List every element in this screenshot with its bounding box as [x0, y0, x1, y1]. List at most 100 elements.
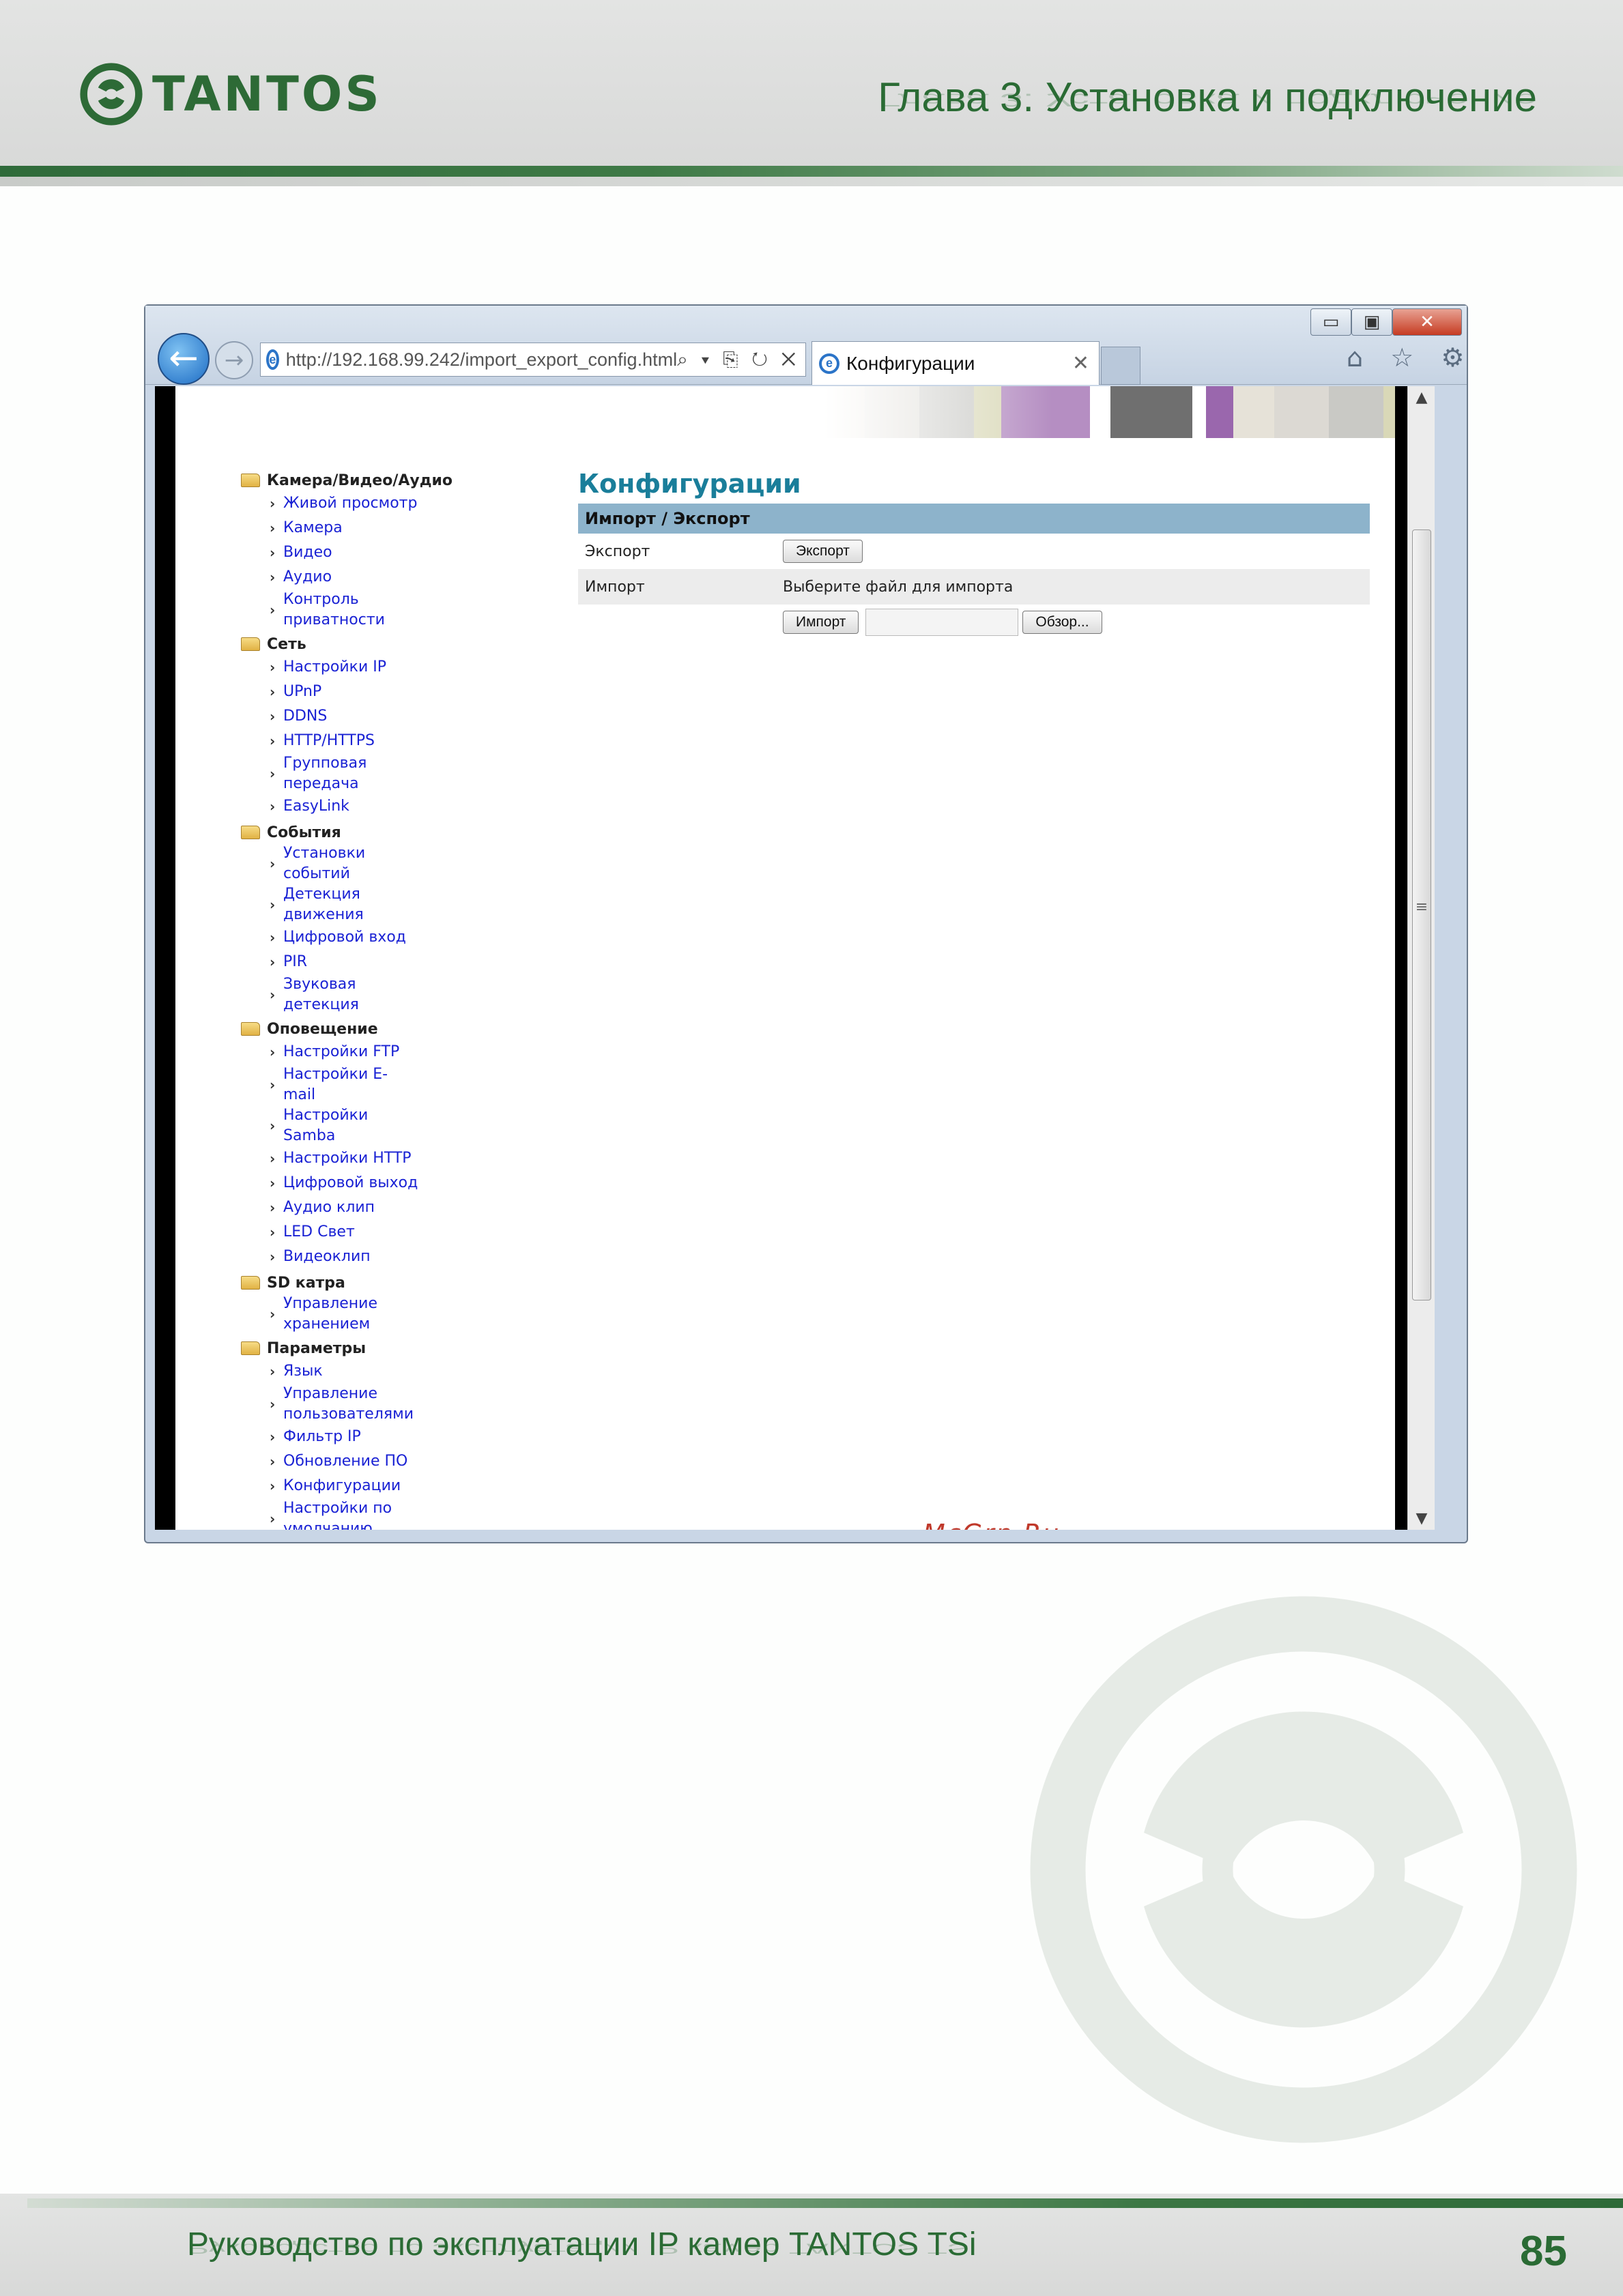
nav-link-label: HTTP/HTTPS	[283, 732, 375, 749]
address-tools-icons[interactable]: ⌕ ▾ ⎘ ↻ ✕	[677, 349, 800, 371]
nav-link[interactable]: › Язык	[241, 1359, 528, 1384]
nav-link[interactable]: › Видеоклип	[241, 1245, 528, 1269]
nav-link-label: Управление хранением	[283, 1295, 378, 1333]
nav-link[interactable]: › Конфигурации	[241, 1474, 528, 1498]
nav-section-header[interactable]: Камера/Видео/Аудио	[241, 469, 528, 491]
nav-link[interactable]: › Живой просмотр	[241, 491, 528, 516]
file-path-input[interactable]	[865, 609, 1019, 636]
nav-section-header[interactable]: События	[241, 822, 528, 843]
nav-link[interactable]: › Настройки FTP	[241, 1040, 528, 1064]
folder-icon	[241, 637, 260, 651]
nav-link[interactable]: › EasyLink	[241, 794, 528, 819]
export-row: Экспорт Экспорт	[578, 534, 1370, 569]
chevron-right-icon: ›	[270, 1306, 276, 1322]
chevron-right-icon: ›	[270, 798, 276, 815]
nav-link-label: Управление пользователями	[283, 1385, 414, 1423]
nav-section-header[interactable]: Оповещение	[241, 1018, 528, 1040]
browse-button[interactable]: Обзор...	[1022, 611, 1102, 634]
chevron-right-icon: ›	[270, 987, 276, 1003]
nav-link[interactable]: › Звуковая детекция	[241, 974, 528, 1015]
chevron-right-icon: ›	[270, 1224, 276, 1240]
nav-section-title: Параметры	[267, 1339, 367, 1357]
nav-link[interactable]: › Контроль приватности	[241, 590, 528, 630]
nav-link[interactable]: › Управление пользователями	[241, 1384, 528, 1425]
import-row: Импорт Выберите файл для импорта	[578, 569, 1370, 605]
scroll-thumb[interactable]: ≡	[1412, 529, 1431, 1300]
chevron-right-icon: ›	[270, 954, 276, 970]
nav-link[interactable]: › Видео	[241, 540, 528, 565]
close-window-button[interactable]: ✕	[1392, 308, 1462, 336]
chevron-right-icon: ›	[270, 602, 276, 618]
nav-link[interactable]: › Цифровой выход	[241, 1171, 528, 1195]
nav-link[interactable]: › Установки событий	[241, 843, 528, 884]
nav-link-label: Настройки E-mail	[283, 1066, 388, 1103]
nav-section-header[interactable]: SD катра	[241, 1272, 528, 1294]
new-tab-button[interactable]	[1101, 347, 1140, 385]
import-button[interactable]: Импорт	[783, 611, 859, 634]
scroll-down-icon[interactable]: ▼	[1408, 1510, 1435, 1527]
nav-link[interactable]: › DDNS	[241, 704, 528, 729]
chevron-right-icon: ›	[270, 1363, 276, 1380]
export-button[interactable]: Экспорт	[783, 540, 863, 563]
page-banner-image	[824, 386, 1395, 438]
web-page: Камера/Видео/Аудио › Живой просмотр › Камера…	[175, 386, 1395, 1530]
nav-link[interactable]: › Фильтр IP	[241, 1425, 528, 1449]
chevron-right-icon: ›	[270, 1077, 276, 1093]
nav-section: Камера/Видео/Аудио › Живой просмотр › Камера…	[241, 469, 528, 630]
nav-link-label: Живой просмотр	[283, 495, 418, 512]
url-text: http://192.168.99.242/import_export_conf…	[285, 349, 678, 370]
nav-link[interactable]: › Настройки по умолчанию	[241, 1498, 528, 1530]
nav-link[interactable]: › Настройки IP	[241, 655, 528, 680]
chevron-right-icon: ›	[270, 766, 276, 782]
nav-link[interactable]: › LED Свет	[241, 1220, 528, 1245]
tantos-emblem-watermark-icon	[1030, 1596, 1577, 2143]
nav-link[interactable]: › PIR	[241, 950, 528, 974]
nav-link-label: Конфигурации	[283, 1477, 401, 1494]
nav-link[interactable]: › Аудио клип	[241, 1195, 528, 1220]
tab-close-icon[interactable]: ✕	[1072, 351, 1089, 375]
chevron-right-icon: ›	[270, 1478, 276, 1494]
nav-link-label: PIR	[283, 953, 308, 970]
folder-icon	[241, 826, 260, 839]
nav-link[interactable]: › HTTP/HTTPS	[241, 729, 528, 753]
nav-link-label: Обновление ПО	[283, 1453, 408, 1470]
tab-configurations[interactable]: e Конфигурации ✕	[811, 341, 1100, 385]
nav-link-label: Камера	[283, 519, 343, 536]
nav-link[interactable]: › Аудио	[241, 565, 528, 590]
folder-icon	[241, 1341, 260, 1355]
minimize-button[interactable]: ▭	[1310, 308, 1351, 336]
nav-link[interactable]: › Настройки Samba	[241, 1105, 528, 1146]
config-content: Конфигурации Импорт / Экспорт Экспорт Эк…	[578, 467, 1370, 640]
watermark-text: McGrp.Ru	[923, 1519, 1060, 1530]
nav-link[interactable]: › Настройки E-mail	[241, 1064, 528, 1105]
section-header: Импорт / Экспорт	[578, 504, 1370, 534]
maximize-button[interactable]: ▣	[1351, 308, 1392, 336]
nav-link-label: Цифровой вход	[283, 929, 406, 946]
import-label: Импорт	[585, 578, 645, 596]
chevron-right-icon: ›	[270, 1453, 276, 1470]
chevron-right-icon: ›	[270, 856, 276, 872]
nav-section-header[interactable]: Сеть	[241, 633, 528, 655]
folder-icon	[241, 1022, 260, 1036]
address-bar[interactable]: e http://192.168.99.242/import_export_co…	[260, 343, 806, 377]
nav-link-label: Детекция движения	[283, 886, 364, 923]
nav-link[interactable]: › Цифровой вход	[241, 925, 528, 950]
nav-link-label: Видео	[283, 544, 332, 561]
chevron-right-icon: ›	[270, 569, 276, 585]
home-favorites-settings-icons[interactable]: ⌂ ☆ ⚙	[1347, 343, 1474, 373]
vertical-scrollbar[interactable]: ▲ ≡ ▼	[1407, 386, 1435, 1530]
nav-link[interactable]: › Групповая передача	[241, 753, 528, 794]
nav-link[interactable]: › Управление хранением	[241, 1294, 528, 1335]
nav-link[interactable]: › Обновление ПО	[241, 1449, 528, 1474]
nav-link[interactable]: › Настройки HTTP	[241, 1146, 528, 1171]
forward-button[interactable]: →	[215, 341, 253, 379]
nav-section-header[interactable]: Параметры	[241, 1337, 528, 1359]
nav-link[interactable]: › Детекция движения	[241, 884, 528, 925]
nav-link[interactable]: › Камера	[241, 516, 528, 540]
scroll-up-icon[interactable]: ▲	[1408, 389, 1435, 406]
nav-link[interactable]: › UPnP	[241, 680, 528, 704]
footer-title-reflection: Руководство по эксплуатации IP камер TAN…	[187, 2240, 977, 2257]
content-title: Конфигурации	[578, 469, 801, 499]
back-button[interactable]: ←	[158, 333, 210, 385]
logo-text: TANTOS	[152, 66, 382, 122]
